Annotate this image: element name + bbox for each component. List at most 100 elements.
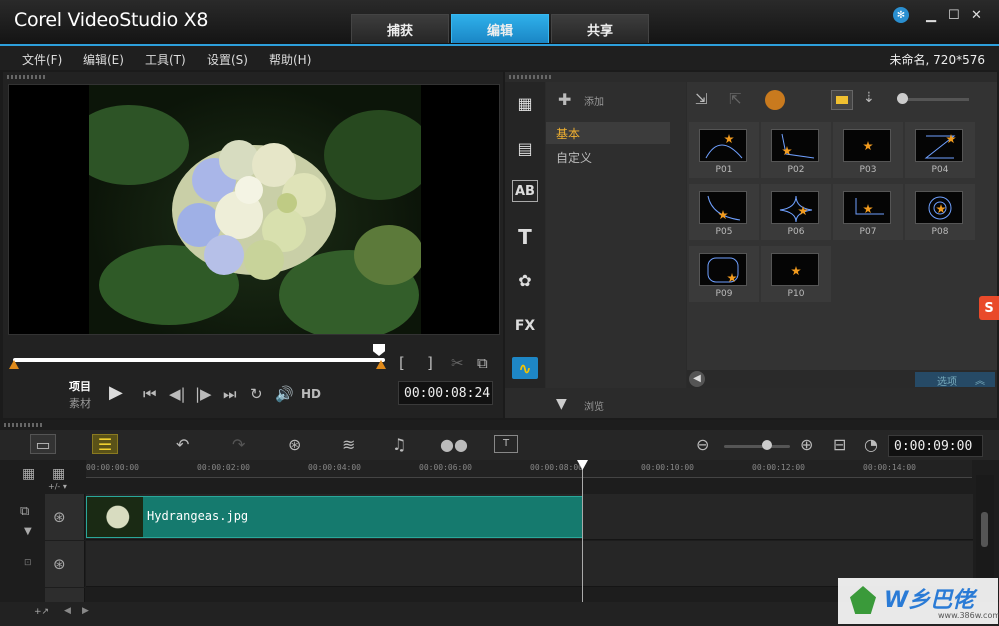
track-manager-icon[interactable]: ▦ [22,466,35,482]
enlarge-icon[interactable]: ⧉ [477,354,488,372]
filter-icon[interactable]: FX [512,315,538,337]
tab-share[interactable]: 共享 [551,14,649,43]
collapse-left-icon[interactable]: ◀ [689,371,705,387]
ripple-edit-icon[interactable]: +/- ▾ [48,482,67,491]
player-timecode[interactable]: 00:00:08:24 [398,381,493,405]
path-item-p05[interactable]: P05 [689,184,759,240]
chapter-point-icon[interactable]: ▦ [52,466,65,482]
scrollbar-thumb[interactable] [981,512,988,547]
scroll-right-icon[interactable]: ▶ [82,606,89,616]
timeline-timecode[interactable]: 0:00:09:00 [888,435,983,457]
path-item-p01[interactable]: P01 [689,122,759,178]
home-icon[interactable]: ⏮ [143,385,157,403]
timeline-ruler[interactable]: 00:00:00:00 00:00:02:00 00:00:04:00 00:0… [86,460,972,478]
title-icon[interactable]: T [512,225,538,249]
close-icon[interactable]: ✕ [971,8,982,23]
path-icon[interactable]: ∿ [512,357,538,379]
add-label[interactable]: 添加 [584,93,604,108]
video-track-icon: ⊛ [53,508,66,526]
mark-in-button[interactable]: [ [399,354,405,372]
overlay-track-header[interactable]: ⊛ [45,541,85,587]
end-icon[interactable]: ⏭ [223,385,237,403]
panel-grip[interactable] [4,423,44,427]
clip-name: Hydrangeas.jpg [147,509,249,523]
panel-grip[interactable] [7,75,47,79]
path-item-p07[interactable]: P07 [833,184,903,240]
path-item-p02[interactable]: P02 [761,122,831,178]
minimize-icon[interactable]: ▁ [926,8,936,23]
timeline-clip[interactable]: Hydrangeas.jpg [86,496,583,538]
path-item-p03[interactable]: P03 [833,122,903,178]
maximize-icon[interactable]: ☐ [948,8,960,23]
subtitle-editor-icon[interactable]: T [494,435,518,453]
fit-project-icon[interactable]: ⊟ [833,435,846,454]
scrub-bar[interactable] [13,358,385,362]
category-custom[interactable]: 自定义 [556,149,592,166]
instant-project-icon[interactable]: ▤ [512,137,538,159]
sort-order-icon[interactable]: ⇣ [863,90,875,106]
menu-help[interactable]: 帮助(H) [269,51,311,68]
path-item-p06[interactable]: P06 [761,184,831,240]
mark-out-button[interactable]: ] [427,354,433,372]
menu-bar: 文件(F) 编辑(E) 工具(T) 设置(S) 帮助(H) 未命名, 720*5… [0,44,999,70]
view-list-icon[interactable] [831,90,853,110]
path-item-p10[interactable]: P10 [761,246,831,302]
path-item-p08[interactable]: P08 [905,184,975,240]
tab-capture[interactable]: 捕获 [351,14,449,43]
mode-clip[interactable]: 素材 [69,395,91,411]
repeat-icon[interactable]: ↻ [250,385,263,403]
menu-file[interactable]: 文件(F) [22,51,62,68]
ruler-tick: 00:00:14:00 [863,463,916,472]
app-title: Corel VideoStudio X8 [14,9,209,31]
storyboard-view-icon[interactable]: ▭ [30,434,56,454]
mode-project[interactable]: 项目 [69,378,91,394]
options-button[interactable]: 选项 ︽ [915,372,995,388]
next-frame-icon[interactable]: |▶ [195,385,212,403]
help-icon[interactable]: ✻ [893,7,909,23]
hd-button[interactable]: HD [301,387,321,401]
thumbnail-size-slider[interactable] [899,98,969,101]
zoom-in-icon[interactable]: ⊕ [800,435,813,454]
auto-music-icon[interactable]: ♫ [392,435,406,454]
browse-icon[interactable]: ▼ [556,396,567,412]
zoom-slider[interactable] [724,445,790,448]
menu-tools[interactable]: 工具(T) [145,51,186,68]
media-icon[interactable]: ▦ [512,92,538,114]
undo-icon[interactable]: ↶ [176,435,189,454]
export-icon[interactable]: ⇱ [729,90,742,108]
motion-tracking-icon[interactable]: ●● [440,435,468,454]
preview-window[interactable] [8,84,500,335]
menu-edit[interactable]: 编辑(E) [83,51,124,68]
zoom-out-icon[interactable]: ⊖ [696,435,709,454]
thumbnail-size-knob[interactable] [897,93,908,104]
redo-icon[interactable]: ↷ [232,435,245,454]
track-visibility-icon[interactable]: ⧉ [20,504,29,519]
transition-icon[interactable]: AB [512,180,538,202]
video-track-header[interactable]: ⊛ [45,494,85,540]
scroll-left-icon[interactable]: ◀ [64,606,71,616]
path-item-p04[interactable]: P04 [905,122,975,178]
sort-icon[interactable] [765,90,785,110]
sound-mixer-icon[interactable]: ≋ [342,435,355,454]
import-icon[interactable]: ⇲ [695,90,708,108]
record-capture-icon[interactable]: ⊛ [288,435,301,454]
expand-track-icon[interactable]: ▼ [24,526,32,537]
overlay-visibility-icon[interactable]: ⊡ [24,558,32,568]
scrub-handle[interactable] [373,344,385,356]
add-icon[interactable]: ✚ [558,90,571,109]
category-basic-row[interactable]: 基本 [546,122,670,144]
menu-settings[interactable]: 设置(S) [207,51,248,68]
play-icon[interactable]: ▶ [109,382,123,403]
add-track-icon[interactable]: +↗ [34,607,49,617]
graphic-icon[interactable]: ✿ [512,269,538,291]
split-icon[interactable]: ✂ [451,354,464,372]
volume-icon[interactable]: 🔊 [275,385,294,403]
previous-frame-icon[interactable]: ◀| [169,385,186,403]
browse-label[interactable]: 浏览 [584,398,604,413]
tab-edit[interactable]: 编辑 [451,14,549,43]
path-item-p09[interactable]: P09 [689,246,759,302]
panel-grip[interactable] [509,75,553,79]
ime-badge[interactable]: S [979,296,999,320]
timeline-view-icon[interactable]: ☰ [92,434,118,454]
zoom-knob[interactable] [762,440,772,450]
